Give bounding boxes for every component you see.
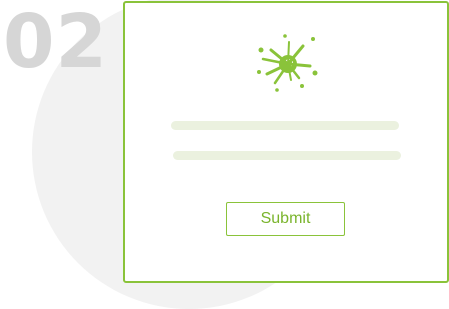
form-card: Submit	[123, 1, 449, 283]
submit-button[interactable]: Submit	[226, 202, 345, 236]
step-number: 02	[3, 0, 108, 85]
placeholder-line	[171, 121, 399, 130]
paint-splat-icon	[257, 34, 318, 92]
placeholder-line	[173, 151, 401, 160]
